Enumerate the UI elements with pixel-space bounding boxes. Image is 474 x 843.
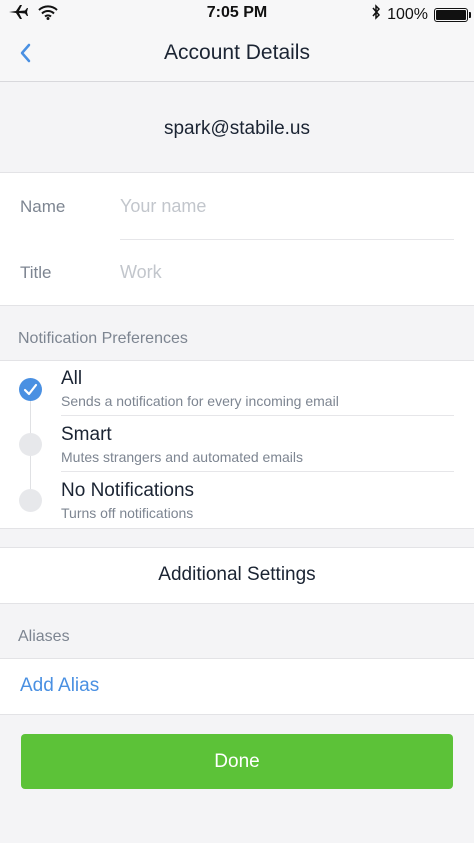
option-title: No Notifications — [61, 480, 195, 501]
notification-options: All Sends a notification for every incom… — [0, 360, 474, 529]
radio-icon[interactable] — [19, 489, 42, 512]
status-bar: 7:05 PM 100% — [0, 0, 474, 26]
bluetooth-icon — [371, 4, 381, 25]
option-title: Smart — [61, 424, 112, 445]
account-fields: Name Title — [0, 172, 474, 306]
radio-icon[interactable] — [19, 433, 42, 456]
title-label: Title — [20, 263, 52, 282]
notification-option-all[interactable]: All Sends a notification for every incom… — [0, 361, 474, 416]
name-input[interactable] — [120, 193, 450, 219]
option-description: Turns off notifications — [61, 505, 194, 521]
navigation-bar: Account Details — [0, 26, 474, 82]
add-alias-row: Add Alias — [0, 658, 474, 715]
notification-option-smart[interactable]: Smart Mutes strangers and automated emai… — [0, 416, 474, 472]
option-description: Sends a notification for every incoming … — [61, 393, 339, 409]
name-label: Name — [20, 197, 66, 216]
name-field-row: Name — [0, 173, 474, 239]
account-header: spark@stabile.us — [0, 82, 474, 172]
checkmark-icon[interactable] — [19, 378, 42, 401]
additional-settings-row[interactable]: Additional Settings — [0, 547, 474, 604]
aliases-label: Aliases — [18, 628, 70, 645]
account-email: spark@stabile.us — [163, 118, 311, 139]
title-input[interactable] — [120, 259, 450, 285]
add-alias-link[interactable]: Add Alias — [20, 675, 99, 697]
additional-settings-label: Additional Settings — [158, 564, 316, 585]
option-title: All — [61, 368, 83, 389]
title-field-row: Title — [0, 239, 474, 305]
battery-percent: 100% — [387, 5, 428, 23]
option-description: Mutes strangers and automated emails — [61, 449, 304, 465]
notification-option-none[interactable]: No Notifications Turns off notifications — [0, 472, 474, 527]
page-title: Account Details — [164, 41, 310, 64]
battery-icon — [434, 7, 471, 22]
notification-preferences-label: Notification Preferences — [18, 330, 188, 347]
done-button[interactable]: Done — [21, 734, 453, 789]
